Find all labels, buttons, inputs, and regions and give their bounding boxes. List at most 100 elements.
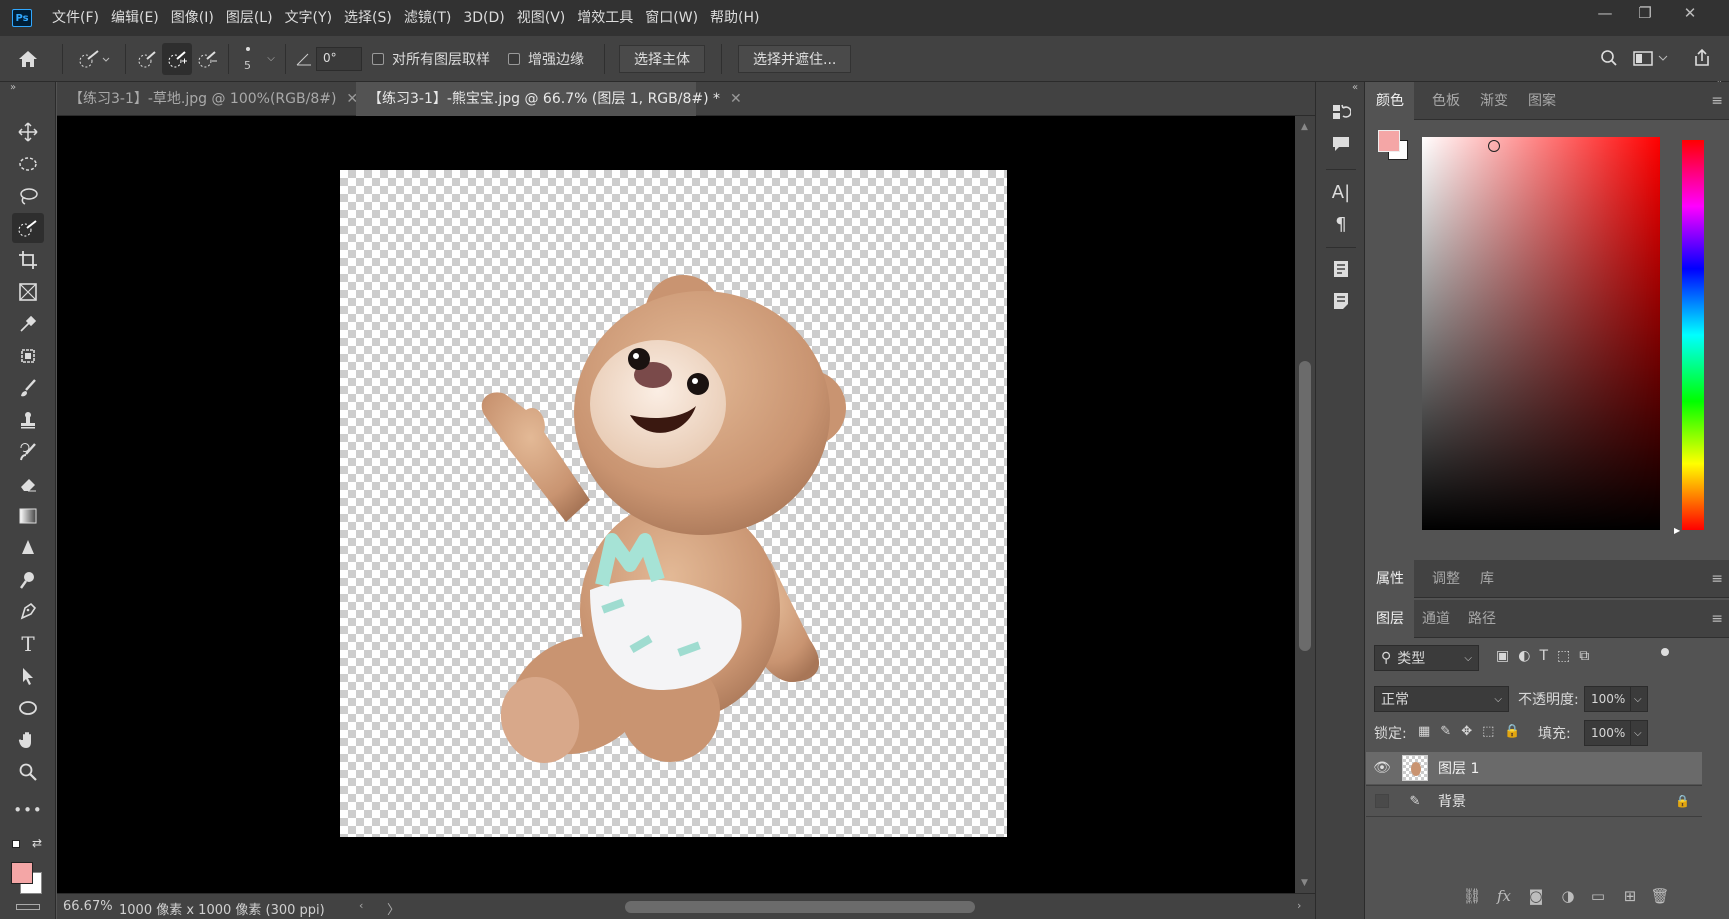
default-colors-icon[interactable] [12,840,20,848]
paragraph-panel-icon[interactable]: ¶ [1326,209,1356,239]
angle-input[interactable]: 0° [316,46,362,71]
blur-icon[interactable] [12,533,44,563]
scrollbar-thumb[interactable] [1299,361,1311,651]
panel-menu-icon[interactable]: ≡ [1711,600,1723,638]
close-window-button[interactable]: ✕ [1665,0,1715,26]
shape-filter-icon[interactable]: ⬚ [1557,648,1570,664]
character-panel-icon[interactable]: A| [1326,177,1356,207]
tab-color[interactable]: 颜色 [1366,82,1414,120]
scroll-down-icon[interactable]: ▼ [1301,878,1308,888]
pen-icon[interactable] [12,597,44,627]
select-and-mask-button[interactable]: 选择并遮住... [738,44,852,73]
menu-file[interactable]: 文件(F) [46,0,105,36]
brush-icon[interactable] [12,373,44,403]
color-picker-cursor[interactable] [1488,140,1500,152]
share-icon[interactable] [1688,44,1716,72]
swap-colors-icon[interactable]: ⇄ [32,836,42,850]
menu-plugins[interactable]: 增效工具 [571,0,639,36]
hand-icon[interactable] [12,725,44,755]
foreground-color-swatch[interactable] [11,862,33,884]
tab-layers[interactable]: 图层 [1366,600,1414,638]
adjustment-icon[interactable]: ◑ [1554,882,1582,910]
type-icon[interactable]: T [12,629,44,659]
comments-panel-icon[interactable] [1326,129,1356,159]
new-selection-icon[interactable] [132,43,162,75]
quick-mask-icon[interactable] [16,904,40,910]
lasso-icon[interactable] [12,181,44,211]
tab-paths[interactable]: 路径 [1458,600,1506,638]
panel-menu-icon[interactable]: ≡ [1711,82,1723,120]
eye-icon[interactable]: 👁 [1366,760,1398,776]
close-icon[interactable]: ✕ [730,91,742,107]
lock-position-icon[interactable]: ✥ [1461,724,1472,739]
history-panel-icon[interactable] [1326,97,1356,127]
gradient-icon[interactable] [12,501,44,531]
collapse-toolbar-icon[interactable]: » [10,82,16,93]
trash-icon[interactable]: 🗑 [1646,882,1674,910]
more-icon[interactable]: ••• [12,795,44,825]
path-select-icon[interactable] [12,661,44,691]
smart-object-filter-icon[interactable]: ⧉ [1579,648,1589,664]
opacity-dropdown-icon[interactable]: ⌵ [1630,686,1648,712]
lock-artboard-icon[interactable]: ⬚ [1482,724,1494,739]
scroll-right-icon[interactable]: › [1297,899,1301,912]
workspace-icon[interactable] [1630,44,1674,72]
collapse-panels-icon[interactable]: « [1352,82,1358,93]
layer-row-layer1[interactable]: 👁 图层 1 [1366,752,1702,784]
menu-image[interactable]: 图像(I) [165,0,220,36]
quick-select-icon[interactable] [12,213,44,243]
lock-pixels-icon[interactable]: ✎ [1440,724,1451,739]
frame-icon[interactable] [12,277,44,307]
layer-row-background[interactable]: ✎ 背景 🔒 [1366,785,1702,817]
horizontal-scrollbar-thumb[interactable] [625,901,975,913]
blend-mode-select[interactable]: 正常 ⌵ [1374,686,1509,712]
subtract-from-selection-icon[interactable] [192,43,222,75]
menu-filter[interactable]: 滤镜(T) [398,0,457,36]
eraser-icon[interactable] [12,469,44,499]
restore-button[interactable]: ❐ [1620,0,1670,26]
notes-panel-icon[interactable] [1326,286,1356,316]
type-filter-icon[interactable]: T [1539,648,1548,664]
enhance-edge-checkbox[interactable] [508,52,520,65]
color-fg-swatch[interactable] [1378,130,1400,152]
move-icon[interactable] [12,117,44,147]
opacity-input[interactable]: 100% [1584,686,1632,712]
tab-bear[interactable]: 【练习3-1】-熊宝宝.jpg @ 66.7% (图层 1, RGB/8#) *… [356,82,742,116]
lock-all-icon[interactable]: 🔒 [1504,724,1520,739]
tab-swatches[interactable]: 色板 [1422,82,1470,120]
sample-all-layers-checkbox[interactable] [372,52,384,65]
menu-view[interactable]: 视图(V) [511,0,572,36]
eyedropper-icon[interactable] [12,309,44,339]
mask-icon[interactable]: ◙ [1522,882,1550,910]
new-layer-icon[interactable]: ⊞ [1616,882,1644,910]
chevron-down-icon[interactable]: ⌵ [263,39,279,79]
patch-icon[interactable] [12,341,44,371]
fill-input[interactable]: 100% [1584,720,1632,746]
menu-help[interactable]: 帮助(H) [704,0,765,36]
fill-dropdown-icon[interactable]: ⌵ [1630,720,1648,746]
filter-toggle-icon[interactable] [1661,648,1669,656]
select-subject-button[interactable]: 选择主体 [619,44,705,73]
search-icon[interactable] [1595,44,1623,72]
scroll-left-icon[interactable]: ‹ [359,899,363,912]
zoom-level[interactable]: 66.67% [63,899,113,914]
panel-menu-icon[interactable]: ≡ [1711,560,1723,598]
marquee-icon[interactable] [12,149,44,179]
adjustment-filter-icon[interactable]: ◐ [1518,648,1530,664]
tab-grass[interactable]: 【练习3-1】-草地.jpg @ 100%(RGB/8#) ✕ [57,82,358,116]
properties-panel-icon[interactable] [1326,254,1356,284]
brush-size-picker[interactable]: 5 [235,39,263,79]
lock-icon[interactable]: 🔒 [1675,794,1690,808]
history-brush-icon[interactable] [12,437,44,467]
photoshop-logo[interactable]: Ps [12,9,32,27]
tab-adjustments[interactable]: 调整 [1422,560,1470,598]
link-icon[interactable]: ⛓ [1458,882,1486,910]
dodge-icon[interactable] [12,565,44,595]
status-menu-arrow[interactable]: 〉 [387,899,400,918]
menu-window[interactable]: 窗口(W) [639,0,704,36]
lock-transparent-icon[interactable]: ▦ [1418,724,1430,739]
tab-gradients[interactable]: 渐变 [1470,82,1518,120]
scroll-up-icon[interactable]: ▲ [1301,122,1308,132]
pixel-filter-icon[interactable]: ▣ [1496,648,1509,664]
tab-libraries[interactable]: 库 [1470,560,1504,598]
